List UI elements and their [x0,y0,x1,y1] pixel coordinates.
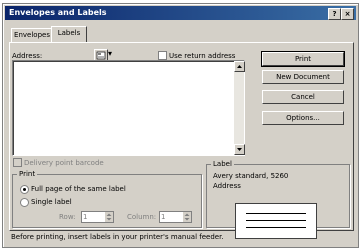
column-label: Column: [127,213,157,221]
print-group: Print Full page of the same label Single… [12,170,202,228]
tab-envelopes[interactable]: Envelopes [11,28,53,42]
delivery-point-barcode-label: Delivery point barcode [24,159,104,167]
radio-selected-dot [23,188,26,191]
title-bar: Envelopes and Labels ? × [5,6,356,20]
address-scrollbar[interactable] [234,61,245,155]
row-spinner[interactable]: 1 [81,211,114,223]
delivery-point-barcode-checkbox[interactable] [13,158,22,167]
full-page-radio[interactable] [20,185,29,194]
label-preview-icon[interactable] [235,203,317,239]
label-group[interactable]: Label Avery standard, 5260 Address [206,160,350,239]
column-value: 1 [161,213,166,221]
address-book-dropdown-arrow-icon[interactable]: ▾ [108,49,112,58]
options-button[interactable]: Options... [262,111,344,125]
scroll-down-arrow-icon[interactable] [234,144,245,155]
cancel-button[interactable]: Cancel [262,90,344,104]
print-button[interactable]: Print [261,51,345,67]
preview-line [246,213,306,214]
tab-labels-label: Labels [57,29,81,37]
full-page-label: Full page of the same label [31,185,126,193]
preview-line [246,227,306,228]
preview-line [246,220,306,221]
label-product-name: Avery standard, 5260 [213,172,289,180]
close-button[interactable]: × [341,8,354,20]
status-message: Before printing, insert labels in your p… [11,233,224,241]
tab-envelopes-label: Envelopes [14,31,50,39]
help-button[interactable]: ? [328,8,341,20]
row-spinner-arrows-icon[interactable] [105,212,113,222]
label-group-title: Label [211,160,234,168]
use-return-address-label: Use return address [169,52,236,60]
envelopes-and-labels-dialog: Envelopes and Labels ? × Envelopes Label… [2,3,359,248]
label-product-type: Address [213,182,241,190]
use-return-address-checkbox[interactable] [158,51,167,60]
row-label: Row: [59,213,76,221]
tab-labels[interactable]: Labels [51,26,87,43]
address-label: Address: [12,52,43,60]
column-spinner[interactable]: 1 [159,211,192,223]
single-label-radio[interactable] [20,198,29,207]
address-input[interactable] [12,60,245,156]
new-document-button[interactable]: New Document [262,70,344,84]
column-spinner-arrows-icon[interactable] [183,212,191,222]
row-value: 1 [83,213,88,221]
window-title: Envelopes and Labels [9,8,107,17]
print-group-title: Print [17,170,38,178]
single-label-label: Single label [31,198,72,206]
labels-panel: Address: ▾ Use return address Print New … [9,42,354,239]
scroll-up-arrow-icon[interactable] [234,61,245,72]
